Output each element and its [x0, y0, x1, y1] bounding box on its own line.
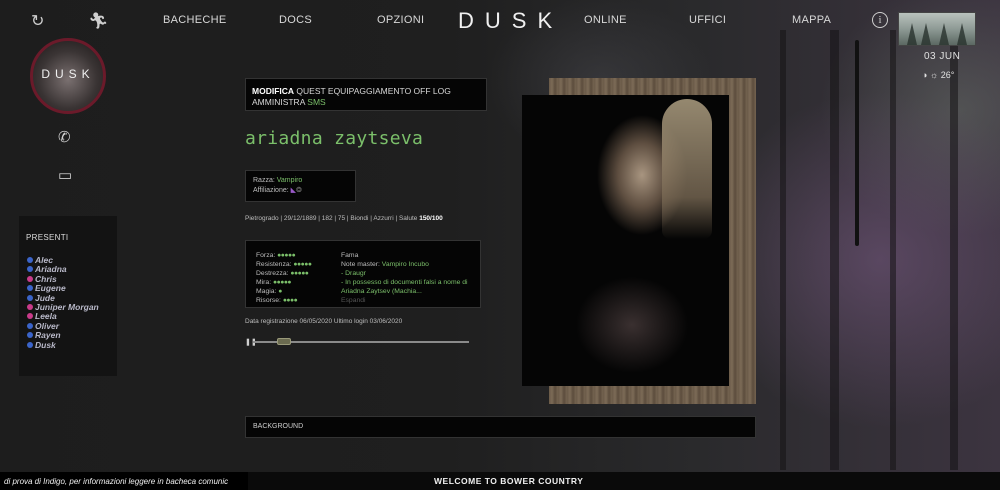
- weather-image: [898, 12, 976, 46]
- no-call-icon[interactable]: ✆: [58, 128, 71, 146]
- nav-docs[interactable]: DOCS: [279, 14, 312, 26]
- stats-box: Forza: ●●●●● Resistenza: ●●●●● Destrezza: …: [245, 240, 481, 308]
- razza-label: Razza:: [253, 177, 275, 184]
- note-master-value: Vampiro Incubo: [381, 261, 429, 268]
- user-status-dot: [27, 294, 33, 301]
- stat-points: ●●●●●: [290, 270, 309, 277]
- menu-items[interactable]: QUEST EQUIPAGGIAMENTO OFF LOG: [296, 86, 450, 96]
- stat-row: Mira: ●●●●●: [256, 278, 311, 287]
- note-line: - Draugr: [341, 270, 366, 277]
- nav-online[interactable]: ONLINE: [584, 14, 627, 26]
- registration-info: Data registrazione 06/05/2020 Ultimo log…: [245, 318, 403, 325]
- audio-player: ❚❚: [245, 337, 469, 347]
- temperature-value: 26°: [940, 70, 955, 80]
- character-name: ariadna zaytseva: [245, 128, 424, 149]
- presenti-title: PRESENTI: [26, 233, 69, 242]
- logo-text: DUSK: [41, 67, 95, 81]
- background-section[interactable]: BACKGROUND: [245, 416, 756, 438]
- menu-modifica[interactable]: MODIFICA: [252, 86, 294, 96]
- nav-opzioni[interactable]: OPZIONI: [377, 14, 424, 26]
- razza-value: Vampiro: [276, 177, 303, 184]
- chat-icon[interactable]: ▭: [58, 166, 72, 184]
- welcome-text: WELCOME TO BOWER COUNTRY: [434, 476, 584, 486]
- stat-points: ●●●●: [282, 297, 298, 304]
- affiliazione-label: Affiliazione:: [253, 187, 289, 194]
- stat-points: ●●●●●: [277, 252, 296, 259]
- menu-amministra[interactable]: AMMINISTRA: [252, 97, 305, 107]
- stat-row: Magia: ●: [256, 287, 311, 296]
- refresh-icon[interactable]: ↻: [31, 11, 44, 31]
- note-line: - In possesso di documenti falsi a nome …: [341, 279, 468, 295]
- fama-label: Fama: [341, 252, 359, 259]
- stat-points: ●: [278, 288, 282, 295]
- online-users-list: Alec Ariadna Chris Eugene Jude Juniper Morgan…: [27, 255, 99, 350]
- stat-label: Magia:: [256, 288, 277, 295]
- user-name: Dusk: [35, 339, 56, 350]
- stats-list: Forza: ●●●●● Resistenza: ●●●●● Destrezza: …: [256, 251, 312, 305]
- profile-menu: MODIFICA QUEST EQUIPAGGIAMENTO OFF LOG A…: [245, 78, 487, 111]
- stat-row: Destrezza: ●●●●●: [256, 269, 311, 278]
- stat-label: Resistenza:: [256, 261, 292, 268]
- brand-logo[interactable]: DUSK: [458, 8, 563, 34]
- nav-bacheche[interactable]: BACHECHE: [163, 14, 227, 26]
- stat-row: Resistenza: ●●●●●: [256, 260, 312, 269]
- online-users-panel: PRESENTI Alec Ariadna Chris Eugene Jude Junip…: [19, 216, 117, 376]
- character-portrait: [522, 95, 729, 386]
- user-status-dot: [27, 313, 33, 320]
- bio-text: Pietrogrado | 29/12/1889 | 182 | 75 | Bi…: [245, 215, 418, 222]
- salute-value: 150/100: [419, 215, 443, 222]
- user-status-dot: [27, 332, 33, 339]
- affiliation-crest-icon: ❂: [296, 187, 302, 194]
- bio-line: Pietrogrado | 29/12/1889 | 182 | 75 | Bi…: [245, 215, 443, 222]
- nav-mappa[interactable]: MAPPA: [792, 14, 831, 26]
- news-ticker: di prova di Indigo, per informazioni leg…: [0, 472, 248, 490]
- weather-date: 03 JUN: [924, 51, 961, 62]
- user-status-dot: [27, 275, 33, 282]
- nav-uffici[interactable]: UFFICI: [689, 14, 726, 26]
- notes-section: Fama Note master: Vampiro Incubo - Draug…: [341, 251, 479, 305]
- stat-points: ●●●●●: [293, 261, 312, 268]
- user-status-dot: [27, 303, 33, 310]
- stat-row: Risorse: ●●●●: [256, 296, 311, 305]
- user-status-dot: [27, 322, 33, 329]
- user-status-dot: [27, 257, 33, 263]
- moon-phase-icon: ◑: [922, 70, 928, 80]
- scrollbar[interactable]: [855, 40, 859, 246]
- audio-thumb[interactable]: [277, 338, 291, 345]
- top-navigation: ↻ 🏃︎ BACHECHE DOCS OPZIONI DUSK ONLINE U…: [0, 0, 1000, 40]
- stat-label: Mira:: [256, 279, 272, 286]
- forest-trees: [760, 30, 1000, 470]
- portrait-hair: [662, 99, 712, 239]
- dusk-logo[interactable]: DUSK: [30, 38, 106, 114]
- user-status-dot: [27, 266, 33, 273]
- sun-icon: ☼: [929, 70, 939, 80]
- stat-row: Forza: ●●●●●: [256, 251, 311, 260]
- user-status-dot: [27, 341, 33, 348]
- espandi-link[interactable]: Espandi: [341, 296, 479, 305]
- user-status-dot: [27, 285, 33, 292]
- stat-label: Risorse:: [256, 297, 281, 304]
- online-user-item[interactable]: Dusk: [27, 339, 99, 350]
- stat-label: Destrezza:: [256, 270, 289, 277]
- stat-label: Forza:: [256, 252, 276, 259]
- note-master-label: Note master:: [341, 261, 380, 268]
- running-person-icon[interactable]: 🏃︎: [88, 11, 108, 31]
- race-box: Razza: Vampiro Affiliazione: ◣❂: [245, 170, 356, 202]
- menu-sms[interactable]: SMS: [307, 97, 325, 107]
- weather-temperature: ◑ ☼ 26°: [922, 70, 954, 80]
- info-icon[interactable]: i: [872, 12, 888, 28]
- stat-points: ●●●●●: [273, 279, 292, 286]
